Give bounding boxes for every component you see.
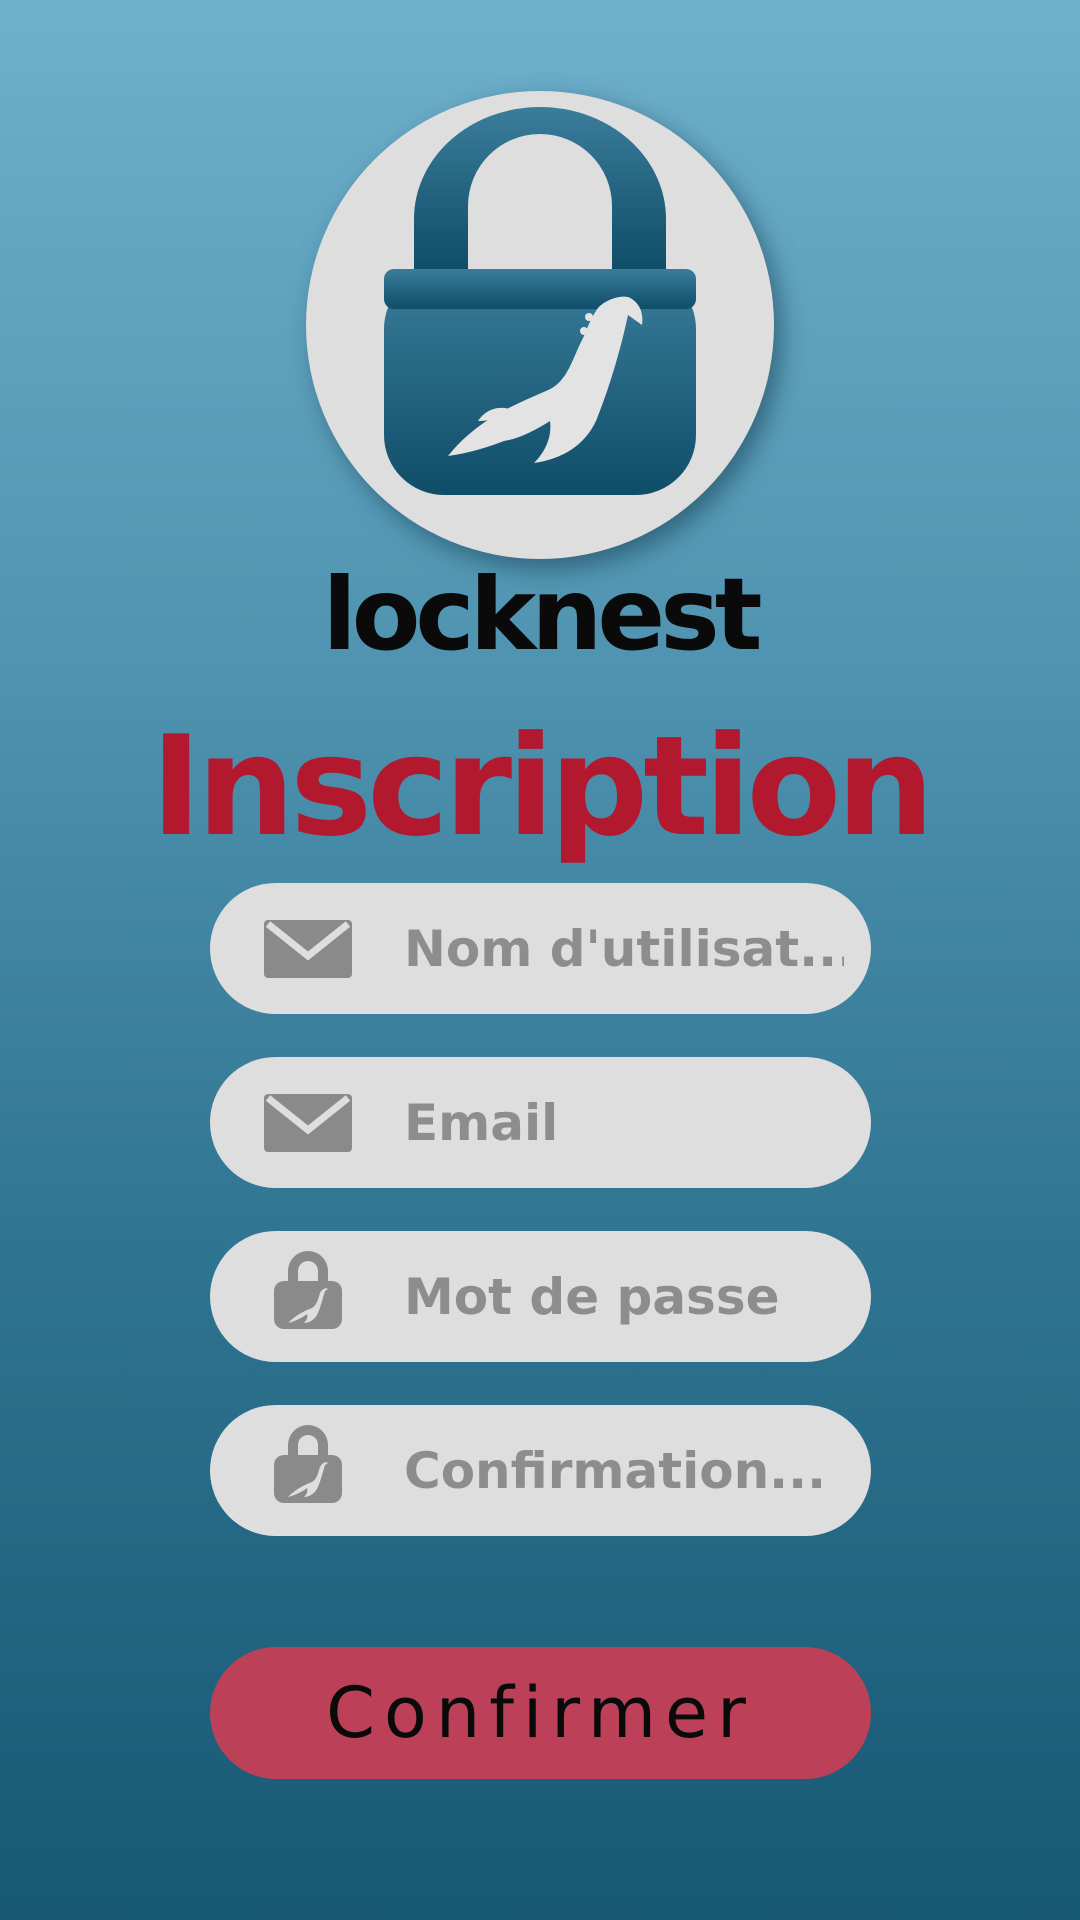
padlock-icon — [274, 1425, 342, 1503]
envelope-icon — [264, 1094, 352, 1152]
brand-name: locknest — [322, 556, 762, 673]
password-field[interactable] — [210, 1231, 871, 1362]
padlock-nessie-icon — [384, 107, 696, 495]
padlock-icon — [274, 1251, 342, 1329]
confirm-password-input[interactable] — [404, 1405, 844, 1536]
email-field[interactable] — [210, 1057, 871, 1188]
username-field[interactable] — [210, 883, 871, 1014]
username-input[interactable] — [404, 883, 844, 1014]
page-title: Inscription — [150, 706, 935, 867]
email-input[interactable] — [404, 1057, 844, 1188]
confirm-password-field[interactable] — [210, 1405, 871, 1536]
confirm-button[interactable]: Confirmer — [210, 1647, 871, 1779]
password-input[interactable] — [404, 1231, 844, 1362]
envelope-icon — [264, 920, 352, 978]
app-logo — [306, 91, 774, 559]
